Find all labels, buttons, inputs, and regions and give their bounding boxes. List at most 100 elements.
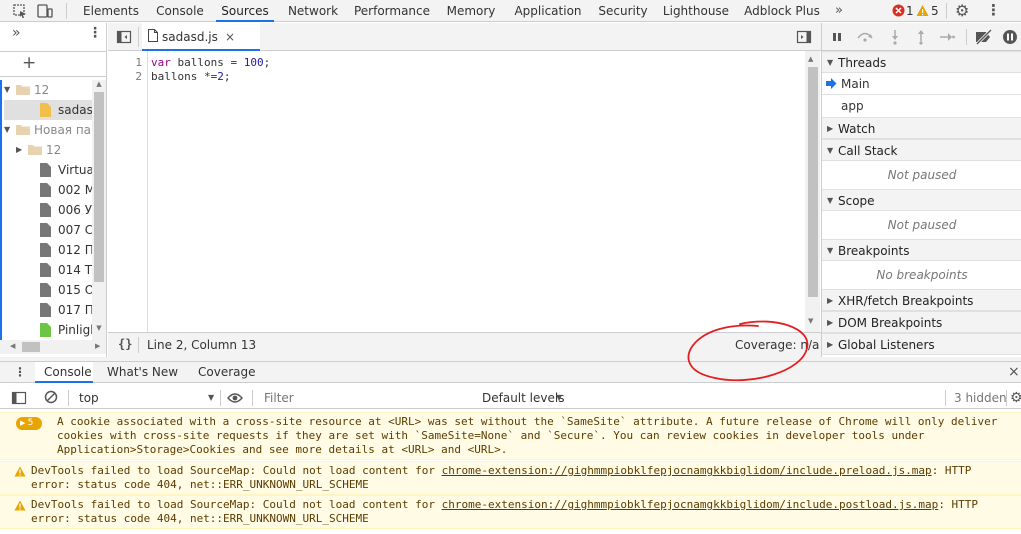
console-filter-input[interactable] xyxy=(258,388,468,408)
more-tabs-chevron-icon[interactable]: » xyxy=(835,3,843,18)
tab-application[interactable]: Application xyxy=(508,0,588,22)
console-warning-message[interactable]: ▶ 5 A cookie associated with a cross-site… xyxy=(0,412,1021,460)
live-expression-eye-icon[interactable] xyxy=(227,392,243,404)
tree-file[interactable]: Pinlight xyxy=(4,320,92,340)
expand-triangle-icon[interactable]: ▼ xyxy=(4,120,10,140)
tab-elements[interactable]: Elements xyxy=(78,0,144,22)
toggle-debugger-icon[interactable] xyxy=(796,29,812,45)
collapsed-triangle-icon[interactable]: ▶ xyxy=(16,140,22,160)
tree-file[interactable]: sadasd.js xyxy=(4,100,92,120)
step-icon[interactable] xyxy=(939,31,955,43)
device-toolbar-icon[interactable] xyxy=(36,3,54,19)
more-options-icon[interactable]: ⋮ xyxy=(986,1,1001,19)
pause-on-exceptions-icon[interactable] xyxy=(1002,29,1018,45)
sourcemap-link[interactable]: chrome-extension://gighmmpiobklfepjocnam… xyxy=(442,464,932,477)
tree-horizontal-scrollbar[interactable]: ◀ ▶ xyxy=(0,340,106,354)
tree-item-label: Pinlight xyxy=(58,323,92,337)
tree-item-label: sadasd.js xyxy=(58,103,92,117)
tree-file[interactable]: Virtual xyxy=(4,160,92,180)
section-header-scope[interactable]: ▼ Scope xyxy=(822,189,1021,211)
tab-adblock-plus[interactable]: Adblock Plus xyxy=(739,0,825,22)
file-tab-sadasd[interactable]: sadasd.js × xyxy=(142,23,260,51)
sourcemap-link[interactable]: chrome-extension://gighmmpiobklfepjocnam… xyxy=(442,498,939,511)
file-icon xyxy=(40,263,51,277)
section-header-breakpoints[interactable]: ▼ Breakpoints xyxy=(822,239,1021,261)
scrollbar-thumb[interactable] xyxy=(94,92,104,282)
drawer-tab-console[interactable]: Console xyxy=(35,362,93,383)
navigator-menu-icon[interactable]: ⋮ xyxy=(88,25,102,41)
tree-file[interactable]: 015 Оп xyxy=(4,280,92,300)
expand-triangle-icon: ▼ xyxy=(827,246,834,255)
error-icon[interactable] xyxy=(892,4,905,17)
deactivate-breakpoints-icon[interactable] xyxy=(974,29,994,45)
section-header-global-listeners[interactable]: ▶ Global Listeners xyxy=(822,333,1021,355)
code-line[interactable]: var ballons = 100; xyxy=(151,56,270,70)
separator xyxy=(252,390,253,406)
toggle-navigator-icon[interactable] xyxy=(116,29,132,45)
error-count[interactable]: 1 xyxy=(906,0,914,22)
log-levels-dropdown[interactable]: Default levels ▼ xyxy=(472,387,572,409)
code-line[interactable]: ballons *=2; xyxy=(151,70,230,84)
warning-icon[interactable] xyxy=(916,4,929,17)
file-icon xyxy=(40,323,51,337)
editor-scrollbar[interactable]: ▲ ▼ xyxy=(805,51,820,332)
tree-item-label: 12 xyxy=(34,83,50,97)
scrollbar-thumb[interactable] xyxy=(808,67,818,297)
tree-file[interactable]: 017 Пр xyxy=(4,300,92,320)
close-tab-icon[interactable]: × xyxy=(225,23,235,51)
drawer-tab-coverage[interactable]: Coverage xyxy=(198,362,256,382)
file-navigator: » ⋮ + ▼ 12 sadasd.js ▼ Новая папка ▶ 12 Virtual… xyxy=(0,23,107,357)
tab-performance[interactable]: Performance xyxy=(351,0,433,22)
tab-network[interactable]: Network xyxy=(282,0,344,22)
tree-folder[interactable]: ▼ Новая папка xyxy=(4,120,92,140)
step-out-icon[interactable] xyxy=(916,29,926,45)
tree-file[interactable]: 012 Пр xyxy=(4,240,92,260)
drawer-menu-icon[interactable]: ⋮ xyxy=(14,365,26,379)
step-into-icon[interactable] xyxy=(890,29,900,45)
tab-console[interactable]: Console xyxy=(150,0,210,22)
code-token: ballons *= xyxy=(151,70,218,83)
section-header-dom-breakpoints[interactable]: ▶ DOM Breakpoints xyxy=(822,311,1021,333)
inspect-element-icon[interactable] xyxy=(12,3,28,19)
threads-section-header[interactable]: ▼ Threads xyxy=(822,51,1021,73)
settings-gear-icon[interactable]: ⚙ xyxy=(955,2,969,20)
thread-app[interactable]: app xyxy=(822,95,1021,117)
context-selector[interactable]: top ▼ xyxy=(72,387,218,409)
tree-folder[interactable]: ▼ 12 xyxy=(4,80,92,100)
more-navigator-tabs-icon[interactable]: » xyxy=(12,25,21,41)
pause-icon[interactable] xyxy=(832,32,842,42)
section-header-watch[interactable]: ▶ Watch xyxy=(822,117,1021,139)
warning-count[interactable]: 5 xyxy=(931,0,939,22)
tree-file[interactable]: 014 Те xyxy=(4,260,92,280)
step-over-icon[interactable] xyxy=(856,29,874,43)
tree-vertical-scrollbar[interactable]: ▲ ▼ xyxy=(92,80,106,340)
tree-item-label: 014 Те xyxy=(58,263,92,277)
tab-sources[interactable]: Sources xyxy=(216,0,274,22)
tree-folder[interactable]: ▶ 12 xyxy=(4,140,92,160)
tree-file[interactable]: 006 Ус xyxy=(4,200,92,220)
console-settings-gear-icon[interactable]: ⚙ xyxy=(1010,389,1021,407)
code-editor[interactable]: 1 var ballons = 100; 2 ballons *=2; ▲ ▼ xyxy=(108,51,821,332)
section-header-xhr-fetch-breakpoints[interactable]: ▶ XHR/fetch Breakpoints xyxy=(822,289,1021,311)
expand-triangle-icon[interactable]: ▼ xyxy=(4,80,10,100)
console-warning-message[interactable]: DevTools failed to load SourceMap: Could… xyxy=(0,461,1021,495)
clear-console-icon[interactable] xyxy=(44,390,58,404)
add-folder-plus-icon[interactable]: + xyxy=(22,53,36,73)
tab-memory[interactable]: Memory xyxy=(440,0,502,22)
tree-item-label: 006 Ус xyxy=(58,203,92,217)
drawer-tab-whats-new[interactable]: What's New xyxy=(107,362,178,382)
console-warning-message[interactable]: DevTools failed to load SourceMap: Could… xyxy=(0,495,1021,529)
section-header-call-stack[interactable]: ▼ Call Stack xyxy=(822,139,1021,161)
section-title: Watch xyxy=(838,122,876,136)
tree-file[interactable]: 007 Си xyxy=(4,220,92,240)
coverage-status[interactable]: Coverage: n/a xyxy=(735,333,819,357)
thread-main[interactable]: Main xyxy=(822,73,1021,95)
scrollbar-thumb[interactable] xyxy=(22,342,40,352)
section-title: DOM Breakpoints xyxy=(838,316,943,330)
tree-file[interactable]: 002 Ма xyxy=(4,180,92,200)
pretty-print-icon[interactable]: {} xyxy=(118,337,132,351)
show-console-sidebar-icon[interactable] xyxy=(11,390,27,406)
close-drawer-icon[interactable]: × xyxy=(1008,362,1020,382)
tab-security[interactable]: Security xyxy=(594,0,652,22)
tab-lighthouse[interactable]: Lighthouse xyxy=(659,0,733,22)
